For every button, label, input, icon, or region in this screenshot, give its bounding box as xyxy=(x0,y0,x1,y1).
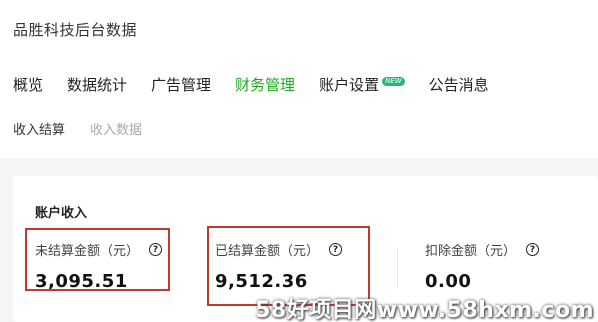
subtab-income-data[interactable]: 收入数据 xyxy=(90,119,142,138)
main-tabs: 概览 数据统计 广告管理 财务管理 账户设置 NEW 公告消息 xyxy=(13,74,513,100)
deducted-label-row: 扣除金额（元） ? xyxy=(425,240,540,259)
header: 品胜科技后台数据 概览 数据统计 广告管理 财务管理 账户设置 NEW 公告消息 … xyxy=(0,0,598,158)
tab-statistics[interactable]: 数据统计 xyxy=(67,74,127,100)
help-icon[interactable]: ? xyxy=(526,243,540,256)
tab-ads[interactable]: 广告管理 xyxy=(151,74,211,100)
tab-account-settings[interactable]: 账户设置 NEW xyxy=(319,74,405,100)
deducted-value: 0.00 xyxy=(425,271,472,292)
new-badge: NEW xyxy=(382,77,405,86)
watermark: 58好项目网www.58hxm.com xyxy=(255,298,594,322)
tab-announcements[interactable]: 公告消息 xyxy=(429,74,489,100)
subtab-income-settlement[interactable]: 收入结算 xyxy=(13,119,65,138)
tab-finance[interactable]: 财务管理 xyxy=(235,74,295,100)
divider xyxy=(397,248,398,288)
app-title: 品胜科技后台数据 xyxy=(13,21,138,39)
tab-account-settings-label: 账户设置 xyxy=(319,76,380,94)
sub-tabs: 收入结算 收入数据 xyxy=(13,119,167,138)
card-title: 账户收入 xyxy=(35,206,88,221)
deducted-metric: 扣除金额（元） ? 0.00 xyxy=(425,240,540,292)
highlight-box-unsettled xyxy=(25,228,170,291)
deducted-label: 扣除金额（元） xyxy=(425,244,517,259)
tab-overview[interactable]: 概览 xyxy=(13,74,43,100)
